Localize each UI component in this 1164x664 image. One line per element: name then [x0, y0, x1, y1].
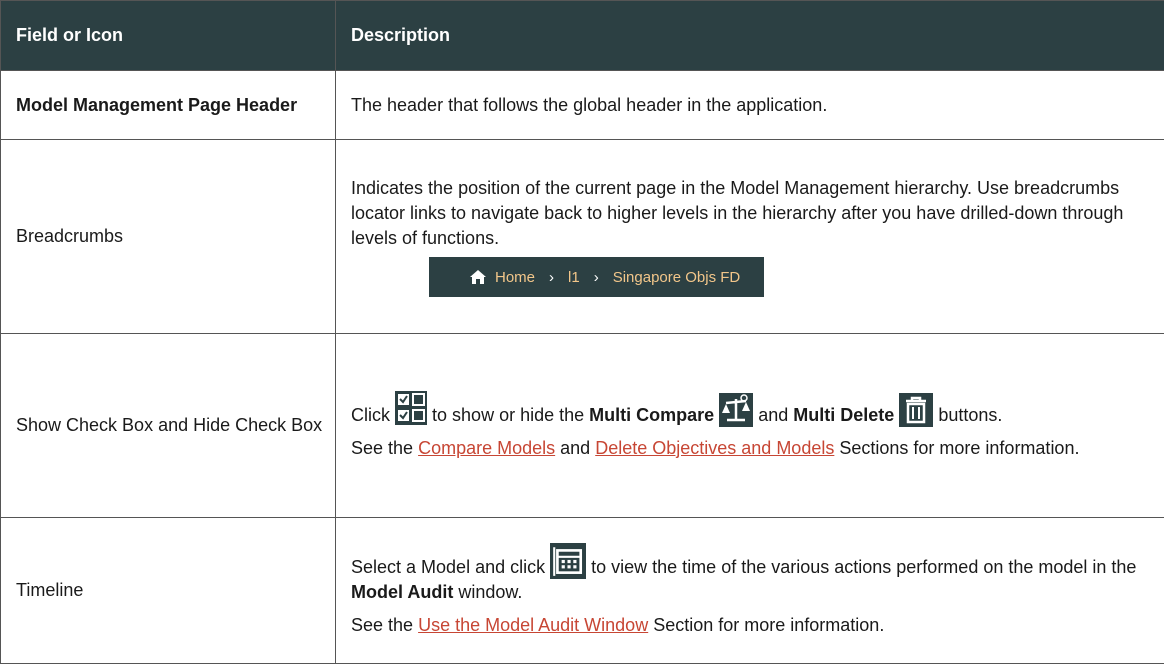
multi-delete-label: Multi Delete [793, 405, 894, 425]
delete-objectives-link[interactable]: Delete Objectives and Models [595, 438, 834, 458]
description-cell: The header that follows the global heade… [336, 71, 1164, 140]
description-text: Indicates the position of the current pa… [351, 176, 1152, 251]
text-mid: to show or hide the [432, 405, 584, 425]
chevron-right-icon: › [594, 265, 599, 290]
description-text: Click to show or hide the Multi Compare [351, 391, 1152, 428]
chevron-right-icon: › [549, 265, 554, 290]
text-see: See the [351, 615, 413, 635]
compare-models-link[interactable]: Compare Models [418, 438, 555, 458]
table-row: Show Check Box and Hide Check Box Click … [1, 334, 1164, 518]
text-pre: Select a Model and click [351, 557, 545, 577]
model-audit-label: Model Audit [351, 582, 453, 602]
text-end: window. [458, 582, 522, 602]
multi-compare-label: Multi Compare [589, 405, 714, 425]
multi-compare-icon[interactable] [719, 393, 753, 427]
checkbox-grid-icon[interactable] [395, 391, 427, 425]
breadcrumb-home[interactable]: Home [495, 265, 535, 290]
description-cell: Select a Model and click to view the tim… [336, 518, 1164, 664]
home-icon [469, 269, 487, 285]
breadcrumb-item[interactable]: l1 [568, 265, 580, 290]
field-cell: Timeline [1, 518, 336, 664]
see-also-text: See the Compare Models and Delete Object… [351, 436, 1152, 461]
text-see-tail: Sections for more information. [839, 438, 1079, 458]
column-header-description: Description [336, 1, 1164, 71]
text-tail: buttons. [938, 405, 1002, 425]
text-and: and [560, 438, 590, 458]
table-header-row: Field or Icon Description [1, 1, 1164, 71]
field-cell: Breadcrumbs [1, 140, 336, 334]
table-row: Breadcrumbs Indicates the position of th… [1, 140, 1164, 334]
table-row: Model Management Page Header The header … [1, 71, 1164, 140]
text-click: Click [351, 405, 390, 425]
breadcrumb-item[interactable]: Singapore Objs FD [613, 265, 741, 290]
field-cell: Show Check Box and Hide Check Box [1, 334, 336, 518]
breadcrumb-example: Home › l1 › Singapore Objs FD [429, 257, 764, 297]
text-see-tail: Section for more information. [653, 615, 884, 635]
description-cell: Click to show or hide the Multi Compare [336, 334, 1164, 518]
model-audit-window-link[interactable]: Use the Model Audit Window [418, 615, 648, 635]
see-also-text: See the Use the Model Audit Window Secti… [351, 613, 1152, 638]
text-post: to view the time of the various actions … [591, 557, 1136, 577]
description-cell: Indicates the position of the current pa… [336, 140, 1164, 334]
table-row: Timeline Select a Model and click [1, 518, 1164, 664]
multi-delete-icon[interactable] [899, 393, 933, 427]
field-cell: Model Management Page Header [1, 71, 336, 140]
column-header-field: Field or Icon [1, 1, 336, 71]
description-text: Select a Model and click to view the tim… [351, 543, 1152, 605]
timeline-icon[interactable] [550, 543, 586, 579]
text-see: See the [351, 438, 413, 458]
text-and: and [758, 405, 788, 425]
field-description-table: Field or Icon Description Model Manageme… [0, 0, 1164, 664]
